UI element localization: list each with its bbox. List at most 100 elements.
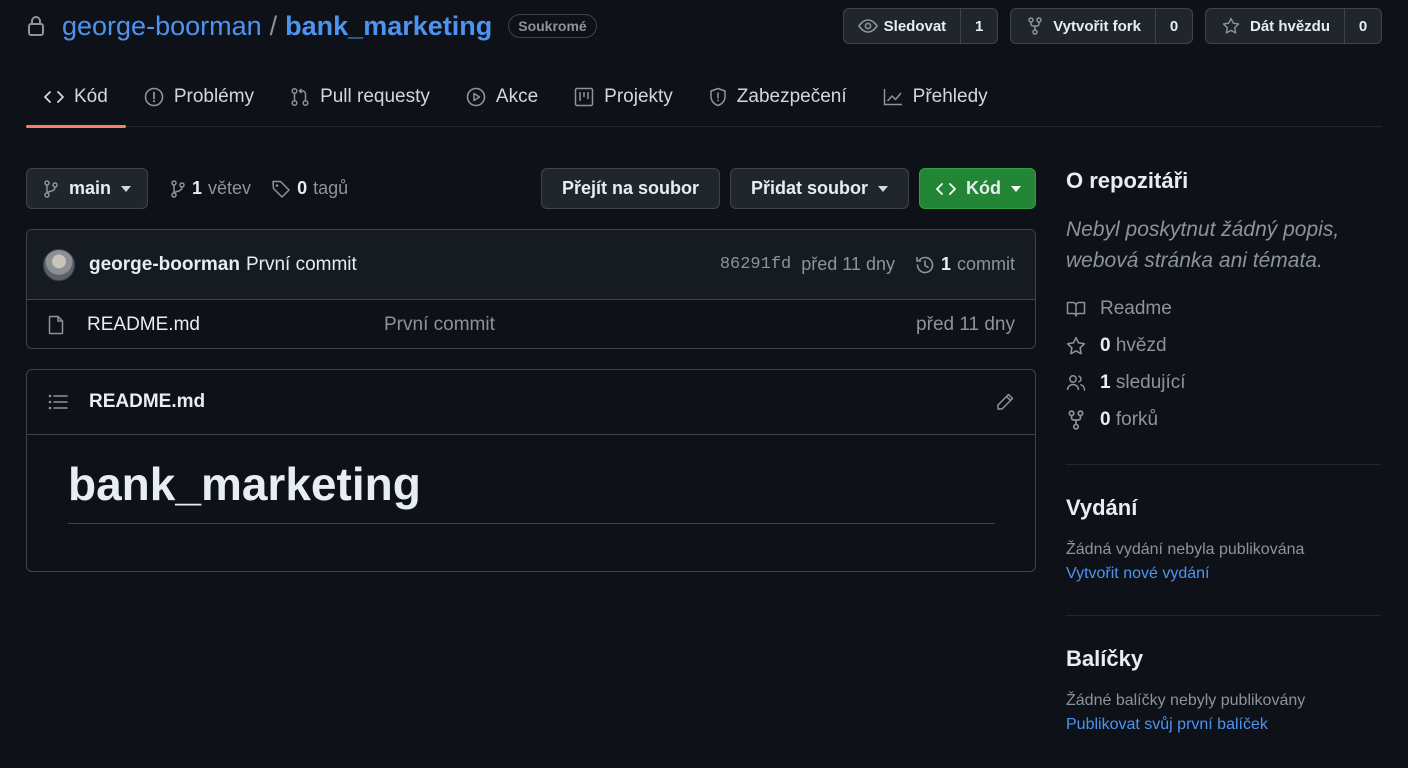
star-label: Dát hvězdu bbox=[1249, 17, 1330, 35]
about-description: Nebyl poskytnut žádný popis, webová strá… bbox=[1066, 218, 1340, 272]
issue-icon bbox=[144, 87, 164, 107]
fork-button-group: Vytvořit fork 0 bbox=[1010, 8, 1193, 44]
stars-count: 0 bbox=[1100, 334, 1111, 356]
caret-down-icon bbox=[1011, 185, 1021, 192]
star-button-group: Dát hvězdu 0 bbox=[1204, 8, 1382, 44]
stars-link[interactable]: 0 hvězd bbox=[1066, 333, 1381, 358]
readme-link-label: Readme bbox=[1100, 297, 1172, 319]
branches-count: 1 bbox=[192, 178, 203, 198]
commit-date: před 11 dny bbox=[801, 254, 895, 274]
releases-heading[interactable]: Vydání bbox=[1066, 495, 1381, 521]
code-button-label: Kód bbox=[966, 178, 1001, 198]
add-file-label: Přidat soubor bbox=[750, 178, 868, 198]
readme-link[interactable]: Readme bbox=[1066, 296, 1381, 321]
file-name-link[interactable]: README.md bbox=[87, 314, 200, 336]
caret-down-icon bbox=[878, 185, 888, 192]
code-button[interactable]: Kód bbox=[919, 168, 1036, 209]
file-date: před 11 dny bbox=[916, 313, 1015, 335]
tab-projects[interactable]: Projekty bbox=[556, 66, 691, 127]
fork-count[interactable]: 0 bbox=[1156, 9, 1192, 43]
caret-down-icon bbox=[121, 185, 132, 192]
graph-icon bbox=[883, 88, 903, 106]
commit-author-link[interactable]: george-boorman bbox=[89, 254, 240, 276]
lock-icon bbox=[26, 15, 46, 37]
tab-label: Zabezpečení bbox=[736, 86, 847, 107]
file-list: george-boorman První commit 86291fd před… bbox=[26, 229, 1036, 349]
publish-package-link[interactable]: Publikovat svůj první balíček bbox=[1066, 716, 1381, 734]
watch-button-group: Sledovat 1 bbox=[842, 8, 999, 44]
commit-sha-link[interactable]: 86291fd bbox=[720, 255, 791, 274]
list-icon[interactable] bbox=[47, 393, 69, 411]
branch-selector[interactable]: main bbox=[26, 168, 149, 209]
file-commit-link[interactable]: První commit bbox=[384, 314, 495, 336]
repo-owner-link[interactable]: george-boorman bbox=[62, 11, 262, 42]
watch-label: Sledovat bbox=[883, 17, 947, 35]
commits-history-link[interactable]: 1 commit bbox=[915, 254, 1015, 275]
commit-count: 1 bbox=[940, 254, 951, 274]
sidebar-divider bbox=[1066, 615, 1381, 616]
packages-empty-text: Žádné balíčky nebyly publikovány bbox=[1066, 692, 1306, 709]
go-to-file-button[interactable]: Přejít na soubor bbox=[540, 168, 720, 209]
tab-label: Akce bbox=[495, 86, 539, 107]
tags-link[interactable]: 0 tagů bbox=[271, 178, 348, 199]
repo-header: george-boorman / bank_marketing Soukromé… bbox=[26, 8, 1382, 44]
watch-count[interactable]: 1 bbox=[961, 9, 997, 43]
about-sidebar: O repozitáři Nebyl poskytnut žádný popis… bbox=[1066, 168, 1381, 734]
branch-icon bbox=[43, 179, 59, 198]
code-icon bbox=[936, 181, 956, 197]
fork-label: Vytvořit fork bbox=[1053, 17, 1141, 35]
tags-count: 0 bbox=[297, 178, 308, 198]
tab-label: Pull requesty bbox=[320, 86, 430, 107]
watch-button[interactable]: Sledovat bbox=[844, 9, 962, 43]
file-toolbar: main 1 větev 0 tagů Přejít na soubor Při… bbox=[26, 168, 1036, 209]
commit-count-label: commit bbox=[957, 254, 1015, 274]
tab-security[interactable]: Zabezpečení bbox=[691, 66, 865, 127]
shield-icon bbox=[709, 87, 727, 107]
tab-actions[interactable]: Akce bbox=[448, 66, 556, 127]
tab-insights[interactable]: Přehledy bbox=[865, 66, 1006, 127]
star-count[interactable]: 0 bbox=[1345, 9, 1381, 43]
tab-pull-requests[interactable]: Pull requesty bbox=[272, 66, 448, 127]
forks-label: forků bbox=[1115, 408, 1159, 430]
tab-issues[interactable]: Problémy bbox=[126, 66, 272, 127]
history-icon bbox=[915, 255, 935, 275]
branch-icon bbox=[170, 179, 186, 198]
book-icon bbox=[1066, 300, 1086, 318]
star-icon bbox=[1066, 336, 1086, 356]
branches-link[interactable]: 1 větev bbox=[170, 178, 251, 199]
readme-panel: README.md bank_marketing bbox=[26, 369, 1036, 572]
tab-label: Problémy bbox=[173, 86, 255, 107]
fork-icon bbox=[1027, 17, 1043, 35]
readme-filename[interactable]: README.md bbox=[89, 391, 205, 413]
tab-code[interactable]: Kód bbox=[26, 66, 126, 128]
sidebar-divider bbox=[1066, 464, 1381, 465]
people-icon bbox=[1066, 374, 1086, 392]
fork-button[interactable]: Vytvořit fork bbox=[1011, 9, 1156, 43]
create-release-link[interactable]: Vytvořit nové vydání bbox=[1066, 565, 1381, 583]
commit-message-link[interactable]: První commit bbox=[246, 254, 357, 276]
tab-label: Kód bbox=[74, 86, 108, 107]
header-actions: Sledovat 1 Vytvořit fork 0 Dát hvězdu 0 bbox=[842, 8, 1382, 44]
avatar[interactable] bbox=[43, 248, 75, 281]
star-button[interactable]: Dát hvězdu bbox=[1206, 9, 1345, 43]
stars-label: hvězd bbox=[1115, 334, 1167, 356]
pull-request-icon bbox=[290, 87, 310, 107]
tab-label: Projekty bbox=[604, 86, 673, 107]
watchers-link[interactable]: 1 sledující bbox=[1066, 370, 1381, 395]
code-icon bbox=[44, 89, 64, 105]
add-file-button[interactable]: Přidat soubor bbox=[729, 168, 909, 209]
forks-count: 0 bbox=[1100, 408, 1111, 430]
watchers-label: sledující bbox=[1115, 371, 1186, 393]
packages-heading[interactable]: Balíčky bbox=[1066, 646, 1381, 672]
tag-icon bbox=[271, 179, 291, 199]
toolbar-actions: Přejít na soubor Přidat soubor Kód bbox=[540, 168, 1036, 209]
pencil-icon[interactable] bbox=[995, 392, 1015, 412]
star-icon bbox=[1222, 17, 1240, 35]
repo-name-link[interactable]: bank_marketing bbox=[285, 11, 492, 42]
table-row[interactable]: README.md První commit před 11 dny bbox=[27, 300, 1035, 348]
visibility-badge: Soukromé bbox=[508, 14, 597, 38]
branch-name: main bbox=[69, 178, 112, 198]
watchers-count: 1 bbox=[1100, 371, 1111, 393]
forks-link[interactable]: 0 forků bbox=[1066, 407, 1381, 432]
branches-label: větev bbox=[208, 178, 252, 198]
